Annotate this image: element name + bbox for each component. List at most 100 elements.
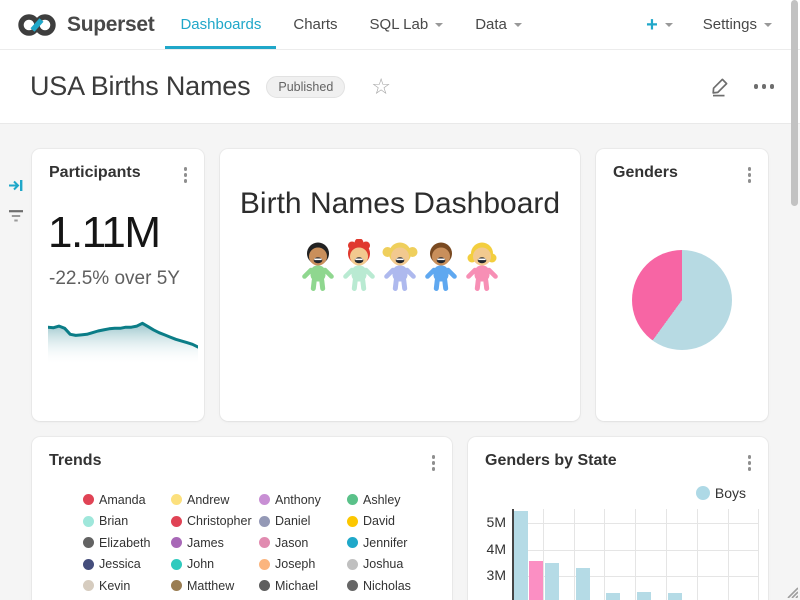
legend-item-john[interactable]: John: [171, 557, 259, 571]
favorite-star-icon[interactable]: ☆: [371, 76, 391, 98]
settings-label: Settings: [703, 16, 757, 33]
legend-item-nicholas[interactable]: Nicholas: [347, 579, 435, 593]
legend-dot: [83, 580, 94, 591]
gridline: [512, 550, 759, 551]
legend-label: Joshua: [363, 557, 403, 571]
card-title: Trends: [49, 452, 101, 470]
participants-big-number: 1.11M: [48, 210, 204, 256]
chevron-down-icon: [435, 23, 443, 27]
nav-item-sql-lab[interactable]: SQL Lab: [354, 0, 460, 49]
legend-dot: [171, 580, 182, 591]
card-menu-kebab[interactable]: [428, 452, 440, 474]
legend-label: Matthew: [187, 579, 234, 593]
edit-dashboard-button[interactable]: [710, 76, 730, 97]
legend-dot: [83, 494, 94, 505]
legend-dot: [83, 516, 94, 527]
kid-illustration-2: [340, 239, 378, 293]
participants-trend-subtitle: -22.5% over 5Y: [49, 268, 204, 290]
genders-card: Genders: [596, 149, 768, 421]
legend-item-amanda[interactable]: Amanda: [83, 493, 171, 507]
legend-item-joshua[interactable]: Joshua: [347, 557, 435, 571]
chevron-down-icon: [514, 23, 522, 27]
resize-grip-icon: [784, 584, 798, 598]
resize-handle[interactable]: [784, 584, 798, 598]
scrollbar-thumb[interactable]: [791, 0, 798, 206]
sparkline-container: [48, 312, 204, 364]
header-ellipsis-menu[interactable]: [754, 80, 775, 93]
legend-item-michael[interactable]: Michael: [259, 579, 347, 593]
nav-item-charts[interactable]: Charts: [277, 0, 353, 49]
legend-label: Boys: [715, 485, 746, 501]
trends-legend: Amanda Andrew AnthonyAshley Brian Christophe…: [83, 493, 452, 600]
legend-item-elizabeth[interactable]: Elizabeth: [83, 536, 171, 550]
header-actions: [710, 76, 775, 97]
legend-label: Brian: [99, 514, 128, 528]
legend-dot: [259, 516, 270, 527]
filter-rail: [7, 177, 24, 223]
bar-boys: [606, 593, 620, 600]
card-title: Genders by State: [485, 452, 617, 470]
legend-label: Michael: [275, 579, 318, 593]
gbs-legend-boys[interactable]: Boys: [696, 485, 746, 501]
legend-label: Daniel: [275, 514, 310, 528]
legend-dot: [347, 580, 358, 591]
legend-dot: [171, 494, 182, 505]
legend-item-jennifer[interactable]: Jennifer: [347, 536, 435, 550]
legend-item-joseph[interactable]: Joseph: [259, 557, 347, 571]
genders-by-state-card: Genders by State Boys 5M 4M 3M: [468, 437, 768, 600]
chevron-down-icon: [764, 23, 772, 27]
kids-row: [220, 239, 580, 293]
y-axis-tick: 4M: [482, 541, 506, 557]
legend-item-kevin[interactable]: Kevin: [83, 579, 171, 593]
expand-filter-bar-button[interactable]: [7, 177, 24, 194]
kid-illustration-4: [422, 239, 460, 293]
legend-item-jessica[interactable]: Jessica: [83, 557, 171, 571]
legend-item-jason[interactable]: Jason: [259, 536, 347, 550]
legend-label: Andrew: [187, 493, 229, 507]
legend-item-david[interactable]: David: [347, 514, 435, 528]
bar-boys: [576, 568, 590, 600]
legend-label: David: [363, 514, 395, 528]
legend-dot: [259, 580, 270, 591]
nav-item-dashboards[interactable]: Dashboards: [164, 0, 277, 49]
filter-icon: [8, 209, 24, 223]
settings-menu[interactable]: Settings: [703, 16, 772, 33]
card-menu-kebab[interactable]: [744, 452, 756, 474]
legend-label: James: [187, 536, 224, 550]
legend-item-james[interactable]: James: [171, 536, 259, 550]
legend-item-matthew[interactable]: Matthew: [171, 579, 259, 593]
bar-boys: [668, 593, 682, 600]
kid-illustration-5: [463, 239, 501, 293]
y-axis-tick: 5M: [482, 514, 506, 530]
nav-item-label: Charts: [293, 16, 337, 33]
superset-logo[interactable]: Superset: [16, 0, 154, 49]
legend-dot: [171, 537, 182, 548]
nav-item-data[interactable]: Data: [459, 0, 538, 49]
legend-label: Amanda: [99, 493, 146, 507]
legend-label: John: [187, 557, 214, 571]
banner-card: Birth Names Dashboard: [220, 149, 580, 421]
gridline: [512, 523, 759, 524]
legend-item-brian[interactable]: Brian: [83, 514, 171, 528]
expand-right-icon: [7, 177, 24, 194]
legend-dot: [347, 559, 358, 570]
card-menu-kebab[interactable]: [744, 164, 756, 186]
kid-illustration-3: [381, 239, 419, 293]
legend-item-christopher[interactable]: Christopher: [171, 514, 259, 528]
published-badge[interactable]: Published: [266, 76, 345, 98]
legend-dot: [347, 516, 358, 527]
nav-item-label: Dashboards: [180, 16, 261, 33]
legend-item-andrew[interactable]: Andrew: [171, 493, 259, 507]
participants-card: Participants 1.11M -22.5% over 5Y: [32, 149, 204, 421]
card-menu-kebab[interactable]: [180, 164, 192, 186]
plus-icon: +: [646, 15, 658, 35]
legend-item-ashley[interactable]: Ashley: [347, 493, 435, 507]
legend-dot: [347, 494, 358, 505]
new-button[interactable]: +: [646, 15, 673, 35]
y-axis-tick: 3M: [482, 567, 506, 583]
legend-item-daniel[interactable]: Daniel: [259, 514, 347, 528]
pencil-icon: [710, 76, 730, 97]
legend-item-anthony[interactable]: Anthony: [259, 493, 347, 507]
bar-boys: [514, 511, 528, 600]
legend-dot: [83, 559, 94, 570]
